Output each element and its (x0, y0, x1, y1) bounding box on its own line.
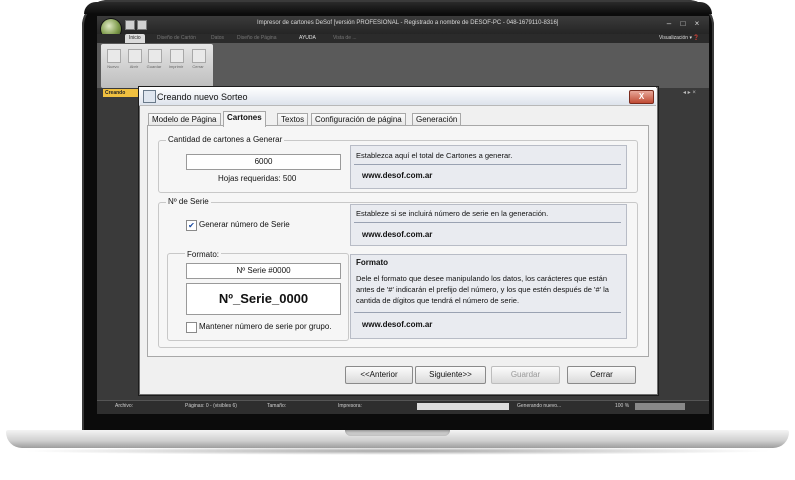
group-cantidad-legend: Cantidad de cartones a Generar (166, 135, 285, 144)
status-zoom: 100 % (615, 403, 630, 409)
dialog-close-button[interactable]: X (629, 90, 654, 104)
hojas-requeridas: Hojas requeridas: 500 (218, 174, 297, 183)
formato-info-text: Dele el formato que desee manipulando lo… (356, 274, 609, 305)
formato-legend: Formato: (185, 250, 222, 259)
new-icon[interactable] (107, 49, 121, 63)
status-generando: Generando nuevo... (517, 403, 562, 409)
print-icon[interactable] (170, 49, 184, 63)
group-serie-legend: Nº de Serie (166, 197, 211, 206)
progress-bar (417, 403, 509, 410)
window-title: Impresor de cartones DeSof [versión PROF… (257, 20, 559, 26)
generar-serie-label[interactable]: Generar número de Serie (199, 220, 290, 229)
separator (354, 164, 621, 165)
minimize-icon[interactable]: – (663, 19, 675, 29)
maximize-icon[interactable]: □ (677, 19, 689, 29)
dialog-app-icon (143, 90, 156, 103)
status-tamano: Tamaño: (267, 403, 287, 409)
ribbon-nuevo-label: Nuevo (107, 64, 119, 69)
laptop-notch (345, 430, 450, 436)
mantener-serie-checkbox[interactable]: ✔ (186, 322, 197, 333)
separator (354, 312, 621, 313)
status-impresora: Impresora: (338, 403, 362, 409)
laptop-shadow (20, 447, 775, 455)
serie-info-text: Estableze si se incluirá número de serie… (356, 209, 549, 218)
guardar-button[interactable]: Guardar (491, 366, 560, 384)
formato-info-title: Formato (356, 258, 388, 267)
ribbon-cerrar-label: Cerrar (192, 64, 204, 69)
laptop-bezel (84, 2, 712, 14)
save-icon[interactable] (148, 49, 162, 63)
tab-ayuda[interactable]: AYUDA (295, 34, 320, 43)
formato-info-link[interactable]: www.desof.com.ar (362, 320, 432, 329)
serie-info-link[interactable]: www.desof.com.ar (362, 230, 432, 239)
open-icon[interactable] (128, 49, 142, 63)
siguiente-button[interactable]: Siguiente>> (415, 366, 486, 384)
tab-diseno-carton[interactable]: Diseño de Cartón (153, 34, 200, 43)
dialog-title: Creando nuevo Sorteo (157, 92, 248, 102)
visualizacion-menu[interactable]: Visualización ▾ ❓ (659, 35, 700, 41)
status-archivo: Archivo: (115, 403, 134, 409)
separator (354, 222, 621, 223)
serie-preview: Nº_Serie_0000 (186, 283, 341, 315)
zoom-slider[interactable] (635, 403, 685, 410)
document-tab[interactable]: Creando (103, 89, 141, 97)
close-icon[interactable]: × (691, 19, 703, 29)
tab-cartones[interactable]: Cartones (223, 111, 266, 127)
dock-controls[interactable]: ◂ ▸ × (683, 89, 696, 96)
tab-vista[interactable]: Vista de ... (329, 34, 361, 43)
formato-input[interactable]: Nº Serie #0000 (186, 263, 341, 279)
mantener-serie-label[interactable]: Mantener número de serie por grupo. (199, 322, 332, 331)
tab-datos[interactable]: Datos (207, 34, 228, 43)
ribbon-abrir-label: Abrir (129, 64, 139, 69)
cantidad-input[interactable]: 6000 (186, 154, 341, 170)
quick-open-icon[interactable] (137, 20, 147, 30)
cantidad-info-link[interactable]: www.desof.com.ar (362, 171, 432, 180)
tab-inicio[interactable]: Inicio (125, 34, 145, 43)
status-paginas: Páginas: 0 - (visibles 6) (185, 403, 237, 409)
generar-serie-checkbox[interactable]: ✔ (186, 220, 197, 231)
ribbon-imprimir-label: Imprimir (168, 64, 184, 69)
close-doc-icon[interactable] (192, 49, 206, 63)
quick-save-icon[interactable] (125, 20, 135, 30)
anterior-button[interactable]: <<Anterior (345, 366, 413, 384)
ribbon-guardar-label: Guardar (146, 64, 162, 69)
cantidad-info-text: Establezca aquí el total de Cartones a g… (356, 151, 513, 160)
tab-diseno-pagina[interactable]: Diseño de Página (233, 34, 280, 43)
cerrar-button[interactable]: Cerrar (567, 366, 636, 384)
